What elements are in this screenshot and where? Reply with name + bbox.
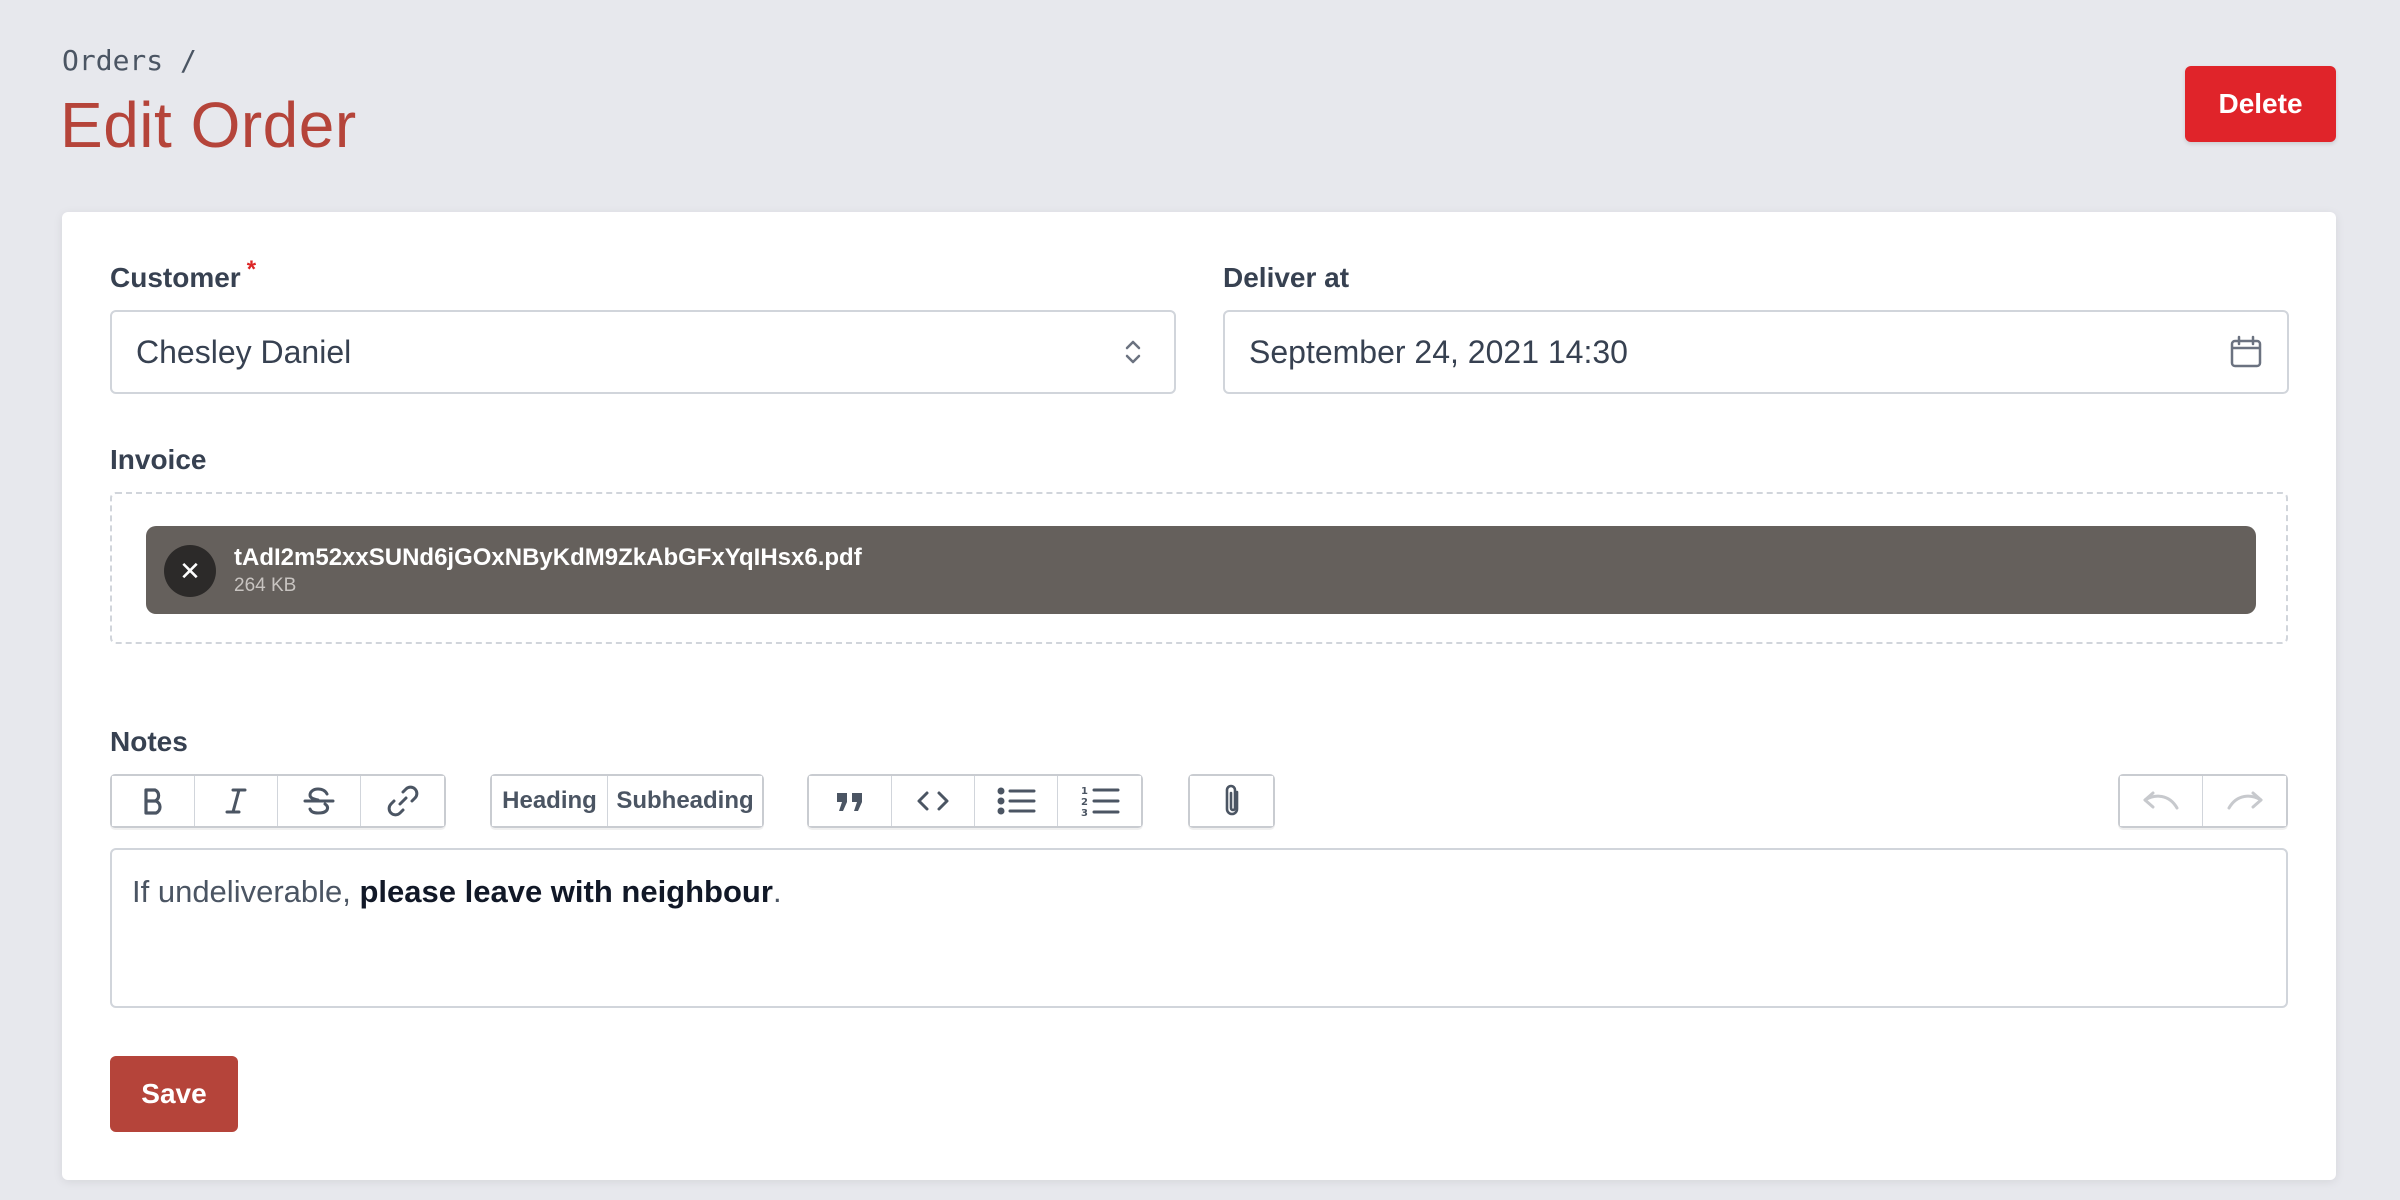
notes-text-bold: please leave with neighbour — [359, 874, 773, 909]
close-icon[interactable]: ✕ — [164, 545, 216, 597]
delete-button[interactable]: Delete — [2185, 66, 2336, 142]
select-chevrons-icon — [1116, 335, 1150, 369]
numbered-list-button[interactable]: 1 2 3 — [1058, 776, 1141, 826]
notes-text-plain: If undeliverable, — [132, 874, 360, 909]
code-icon — [917, 791, 949, 811]
attach-group — [1188, 774, 1275, 828]
deliver-at-label: Deliver at — [1223, 262, 1350, 293]
calendar-icon[interactable] — [2229, 335, 2263, 369]
svg-text:1: 1 — [1081, 786, 1088, 797]
notes-editor[interactable]: If undeliverable, please leave with neig… — [110, 848, 2288, 1008]
notes-text-end: . — [772, 874, 782, 909]
text-format-group — [110, 774, 446, 828]
subheading-button[interactable]: Subheading — [608, 776, 762, 826]
form-card: Customer * Chesley Daniel Deliver at Sept… — [62, 212, 2336, 1180]
required-indicator: * — [246, 256, 257, 283]
bullet-list-icon — [997, 787, 1036, 815]
invoice-dropzone[interactable]: ✕ tAdI2m52xxSUNd6jGOxNByKdM9ZkAbGFxYqIHs… — [110, 492, 2288, 644]
history-group — [2118, 774, 2288, 828]
page-title: Edit Order — [60, 89, 357, 161]
numbered-list-icon: 1 2 3 — [1081, 786, 1119, 818]
invoice-label: Invoice — [110, 444, 207, 475]
strikethrough-icon — [303, 787, 335, 815]
notes-label: Notes — [110, 726, 188, 757]
undo-button[interactable] — [2120, 776, 2203, 826]
italic-button[interactable] — [195, 776, 278, 826]
invoice-file-item: ✕ tAdI2m52xxSUNd6jGOxNByKdM9ZkAbGFxYqIHs… — [146, 526, 2256, 614]
undo-icon — [2143, 791, 2179, 810]
code-button[interactable] — [892, 776, 975, 826]
deliver-at-input[interactable]: September 24, 2021 14:30 — [1223, 310, 2289, 394]
invoice-file-name: tAdI2m52xxSUNd6jGOxNByKdM9ZkAbGFxYqIHsx6… — [234, 544, 862, 571]
invoice-file-size: 264 KB — [234, 575, 297, 596]
customer-select[interactable]: Chesley Daniel — [110, 310, 1176, 394]
svg-text:2: 2 — [1081, 797, 1088, 808]
link-button[interactable] — [361, 776, 444, 826]
strikethrough-button[interactable] — [278, 776, 361, 826]
customer-label-text: Customer — [110, 262, 241, 293]
redo-icon — [2227, 791, 2262, 810]
redo-button[interactable] — [2203, 776, 2286, 826]
breadcrumb[interactable]: Orders / — [62, 44, 197, 77]
heading-group: Heading Subheading — [490, 774, 764, 828]
attach-button[interactable] — [1190, 776, 1273, 826]
deliver-at-value: September 24, 2021 14:30 — [1249, 333, 1628, 370]
attach-icon — [1225, 784, 1238, 816]
quote-icon — [837, 793, 862, 811]
bold-icon — [144, 788, 162, 815]
link-icon — [387, 785, 418, 817]
italic-icon — [225, 788, 247, 814]
customer-label: Customer * — [110, 256, 256, 294]
heading-button[interactable]: Heading — [492, 776, 608, 826]
block-format-group: 1 2 3 — [807, 774, 1143, 828]
save-button[interactable]: Save — [110, 1056, 238, 1132]
bold-button[interactable] — [112, 776, 195, 826]
bullet-list-button[interactable] — [975, 776, 1058, 826]
svg-text:3: 3 — [1081, 808, 1088, 818]
quote-button[interactable] — [809, 776, 892, 826]
customer-select-value: Chesley Daniel — [136, 333, 352, 370]
